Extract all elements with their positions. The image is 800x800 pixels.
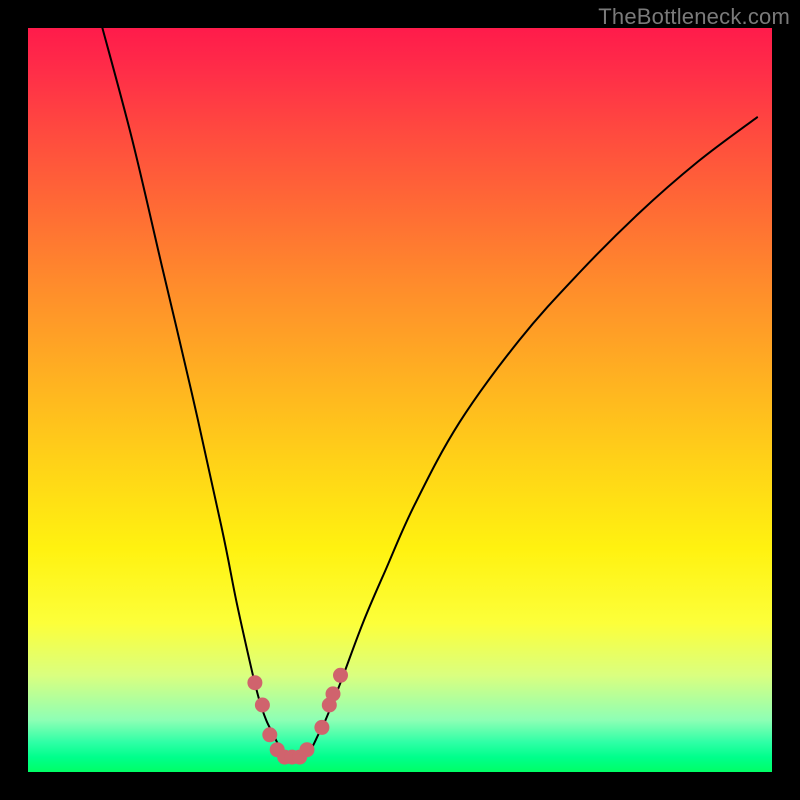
highlight-marker	[333, 668, 348, 683]
highlight-marker	[255, 698, 270, 713]
chart-frame: TheBottleneck.com	[0, 0, 800, 800]
highlight-marker	[300, 742, 315, 757]
highlight-marker	[326, 686, 341, 701]
bottleneck-curve-line	[102, 28, 757, 758]
watermark-text: TheBottleneck.com	[598, 4, 790, 30]
chart-svg	[28, 28, 772, 772]
plot-area	[28, 28, 772, 772]
highlight-marker	[262, 727, 277, 742]
highlight-markers	[247, 668, 348, 765]
highlight-marker	[314, 720, 329, 735]
highlight-marker	[247, 675, 262, 690]
